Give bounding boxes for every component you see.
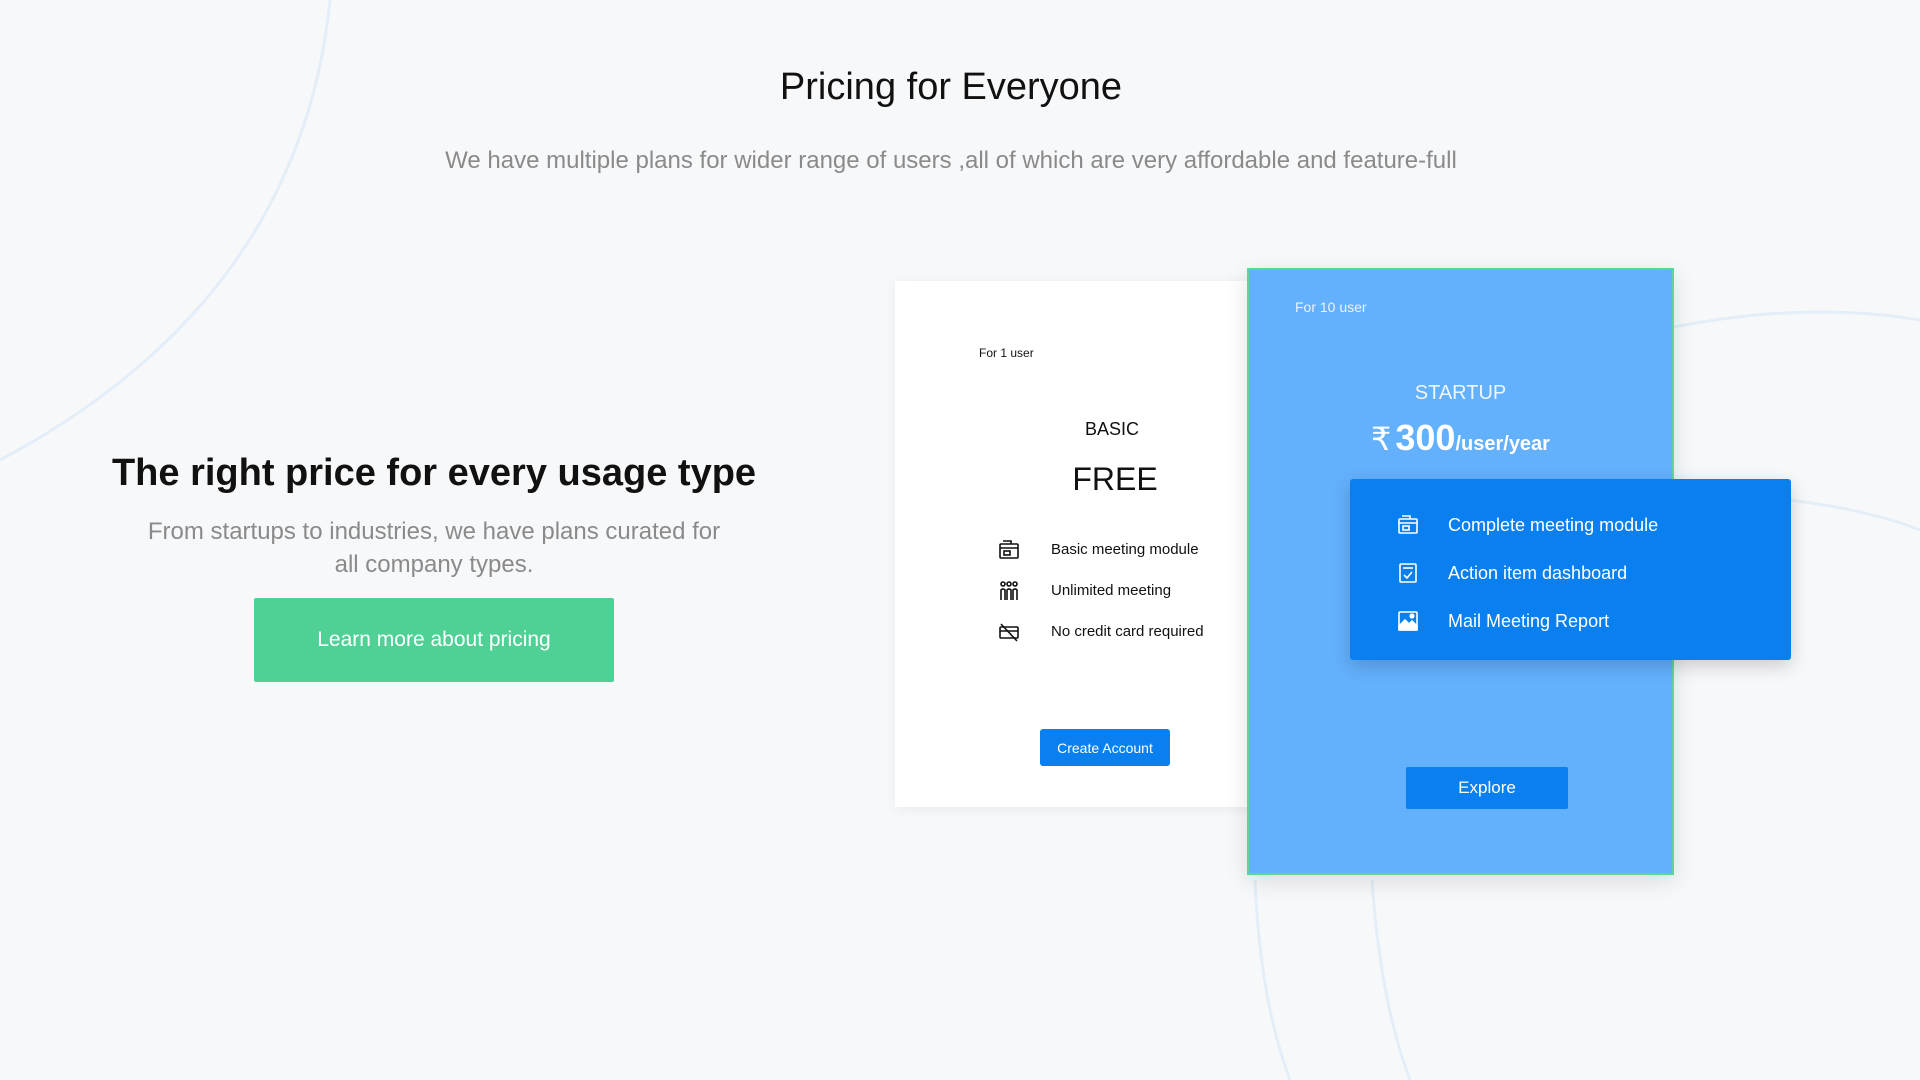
startup-plan-price: ₹300/user/year [1249,417,1672,459]
list-item: Basic meeting module [997,529,1204,570]
basic-plan-card: For 1 user BASIC FREE Basic meeting modu… [895,281,1253,807]
list-item: Complete meeting module [1396,501,1658,549]
list-item: Unlimited meeting [997,570,1204,611]
basic-feature-list: Basic meeting module Unlimited meeting N… [997,529,1204,652]
create-account-button[interactable]: Create Account [1040,729,1170,766]
list-item: Action item dashboard [1396,549,1658,597]
explore-button[interactable]: Explore [1406,767,1568,809]
feature-label: Mail Meeting Report [1448,610,1610,631]
price-amount: 300 [1395,417,1456,458]
meeting-module-icon [1396,513,1420,537]
feature-label: Action item dashboard [1448,562,1628,583]
list-item: Mail Meeting Report [1396,597,1658,645]
price-period: /user/year [1455,433,1550,455]
basic-plan-audience: For 1 user [979,346,1034,360]
checklist-icon [1396,561,1420,585]
startup-plan-audience: For 10 user [1295,299,1367,315]
report-image-icon [1396,609,1420,633]
page-title: Pricing for Everyone [779,66,1123,108]
feature-label: Basic meeting module [1051,541,1199,558]
intro-text: From startups to industries, we have pla… [147,518,721,578]
intro-heading: The right price for every usage type [111,452,757,494]
no-credit-card-icon [997,620,1021,644]
startup-feature-list: Complete meeting module Action item dash… [1396,501,1658,645]
list-item: No credit card required [997,611,1204,652]
learn-more-pricing-button[interactable]: Learn more about pricing [254,598,614,682]
feature-label: No credit card required [1051,623,1204,640]
feature-label: Unlimited meeting [1051,582,1172,599]
startup-feature-panel: Complete meeting module Action item dash… [1350,479,1791,660]
currency-symbol: ₹ [1371,421,1392,457]
page-subtitle: We have multiple plans for wider range o… [445,147,1457,174]
meeting-module-icon [997,538,1021,562]
startup-plan-name: STARTUP [1414,382,1507,404]
people-group-icon [997,579,1021,603]
feature-label: Complete meeting module [1448,514,1659,535]
